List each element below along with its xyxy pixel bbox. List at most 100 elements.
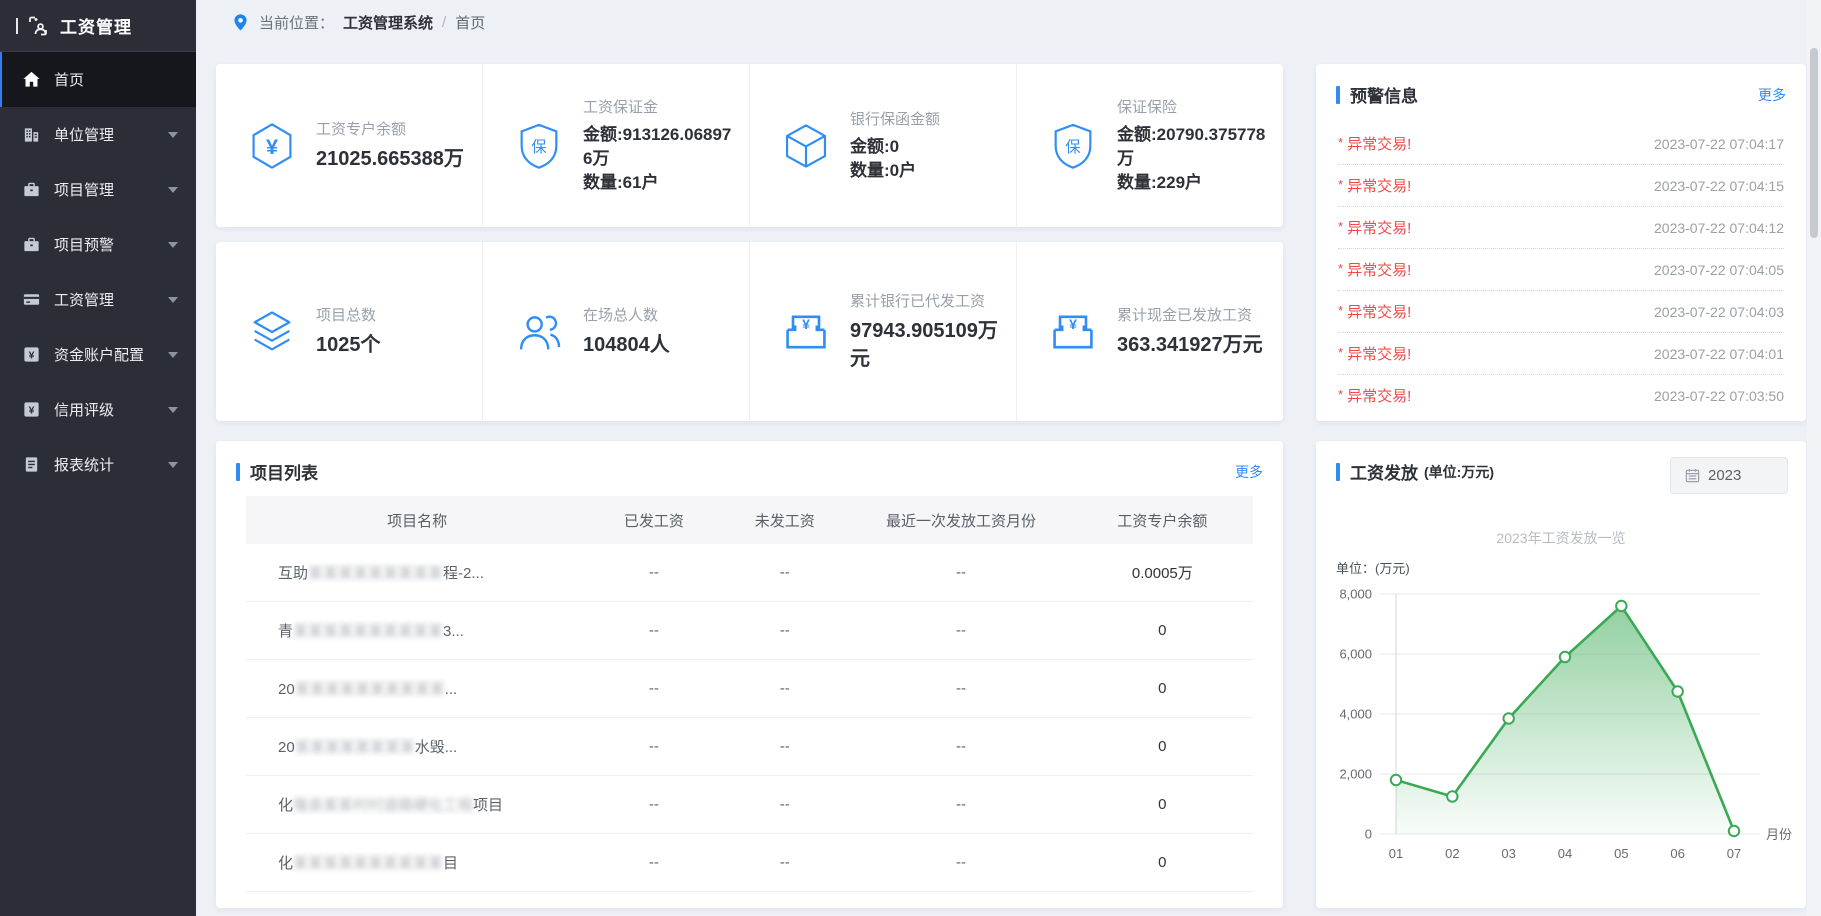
project-name-cell[interactable]: 化隆县某某村村道路硬化工程项目	[246, 794, 588, 815]
warning-list-item[interactable]: *异常交易! 2023-07-22 07:04:01	[1338, 333, 1784, 375]
table-row[interactable]: 化隆县某某村村道路硬化工程项目 -- -- -- 0	[246, 776, 1253, 834]
balance-cell: 0	[1072, 680, 1253, 697]
last-pay-month-cell: --	[850, 622, 1072, 639]
asterisk-bullet: *	[1338, 303, 1343, 318]
yen-square-icon: ¥	[22, 345, 41, 364]
org-icon	[22, 125, 41, 144]
breadcrumb-root-link[interactable]: 工资管理系统	[343, 12, 433, 33]
project-name-cell[interactable]: 20某某某某某某某某水毁...	[246, 736, 588, 757]
stat-value-secondary: 数量:61户	[583, 171, 735, 195]
sidebar-menu-item[interactable]: ¥ 信用评级	[0, 382, 196, 437]
cash-machine-icon: ¥	[1047, 306, 1099, 358]
col-unpaid-salary: 未发工资	[719, 510, 850, 531]
sidebar-item-label: 报表统计	[54, 454, 114, 475]
stat-card: ¥ 工资专户余额 21025.665388万	[216, 64, 482, 227]
unpaid-salary-cell: --	[719, 564, 850, 581]
project-name-cell[interactable]: 青某某某某某某某某某某3...	[246, 620, 588, 641]
sidebar-menu-item[interactable]: 单位管理	[0, 107, 196, 162]
balance-cell: 0	[1072, 796, 1253, 813]
svg-text:8,000: 8,000	[1339, 587, 1372, 602]
chart-unit-label: 单位：(万元)	[1336, 558, 1806, 577]
project-name-cell[interactable]: 互助某某某某某某某某某程-2...	[246, 562, 588, 583]
warning-list-item[interactable]: *异常交易! 2023-07-22 07:04:05	[1338, 249, 1784, 291]
salary-panel-title: 工资发放	[1350, 459, 1418, 484]
svg-text:¥: ¥	[802, 315, 810, 331]
warning-text: *异常交易!	[1338, 217, 1411, 238]
warning-timestamp: 2023-07-22 07:04:01	[1654, 346, 1784, 362]
table-row[interactable]: 化某某某某某某某某某某目 -- -- -- 0	[246, 834, 1253, 892]
salary-chart: 02,0004,0006,0008,00001020304050607月份	[1326, 579, 1806, 890]
report-doc-icon	[22, 455, 41, 474]
col-last-pay-month: 最近一次发放工资月份	[850, 510, 1072, 531]
breadcrumb-current: 首页	[455, 12, 485, 33]
stat-card: 保 工资保证金 金额:913126.068976万 数量:61户	[482, 64, 749, 227]
unpaid-salary-cell: --	[719, 680, 850, 697]
table-row[interactable]: 20某某某某某某某某水毁... -- -- -- 0	[246, 718, 1253, 776]
stat-value-secondary: 数量:0户	[850, 159, 940, 183]
warning-list: *异常交易! 2023-07-22 07:04:17 *异常交易! 2023-0…	[1338, 123, 1784, 404]
sidebar-menu-item[interactable]: 工资管理	[0, 272, 196, 327]
page-scrollbar-thumb[interactable]	[1810, 48, 1818, 238]
breadcrumb-separator: /	[442, 14, 446, 31]
sidebar-menu-item[interactable]: 首页	[0, 52, 196, 107]
shield-bao-icon: 保	[513, 120, 565, 172]
balance-cell: 0	[1072, 738, 1253, 755]
table-row[interactable]: 青某某某某某某某某某某3... -- -- -- 0	[246, 602, 1253, 660]
chevron-down-icon	[168, 242, 178, 248]
salary-person-logo-icon	[26, 14, 50, 38]
warning-list-item[interactable]: *异常交易! 2023-07-22 07:04:12	[1338, 207, 1784, 249]
table-row[interactable]: 20某某某某某某某某某某... -- -- -- 0	[246, 660, 1253, 718]
svg-text:04: 04	[1558, 846, 1572, 861]
table-row[interactable]: 互助某某某某某某某某某程-2... -- -- -- 0.0005万	[246, 544, 1253, 602]
svg-text:保: 保	[1065, 138, 1080, 155]
briefcase-icon	[22, 235, 41, 254]
sidebar-menu-item[interactable]: 项目预警	[0, 217, 196, 272]
project-name-cell[interactable]: 化某某某某某某某某某某目	[246, 852, 588, 873]
stat-value: 1025个	[316, 331, 381, 359]
sidebar-menu-item[interactable]: 报表统计	[0, 437, 196, 492]
stat-card: ¥ 累计现金已发放工资 363.341927万元	[1016, 242, 1283, 421]
warning-panel-title: 预警信息	[1350, 82, 1418, 107]
last-pay-month-cell: --	[850, 564, 1072, 581]
stat-value: 金额:0	[850, 135, 940, 159]
year-select[interactable]: 2023	[1670, 457, 1788, 494]
breadcrumb: 当前位置： 工资管理系统 / 首页	[216, 0, 1821, 44]
year-select-value: 2023	[1708, 467, 1741, 484]
section-accent-bar	[1336, 86, 1340, 104]
warning-list-item[interactable]: *异常交易! 2023-07-22 07:04:03	[1338, 291, 1784, 333]
svg-text:05: 05	[1614, 846, 1628, 861]
sidebar-menu-item[interactable]: ¥ 资金账户配置	[0, 327, 196, 382]
redacted-text: 某某某某某某某某某	[308, 565, 443, 582]
unpaid-salary-cell: --	[719, 622, 850, 639]
stats-row-1: ¥ 工资专户余额 21025.665388万 保 工资保证金 金额:913126…	[216, 64, 1283, 227]
page-scrollbar-track[interactable]	[1807, 0, 1821, 916]
warning-more-link[interactable]: 更多	[1758, 85, 1786, 105]
project-list-more-link[interactable]: 更多	[1235, 462, 1263, 482]
warning-list-item[interactable]: *异常交易! 2023-07-22 07:03:50	[1338, 375, 1784, 404]
table-row[interactable]: 某某某某某某某某某某某某 等 某某某某万	[246, 892, 1253, 908]
unpaid-salary-cell: --	[719, 738, 850, 755]
warning-text: *异常交易!	[1338, 133, 1411, 154]
stat-value: 金额:20790.375778万	[1117, 123, 1269, 171]
warning-list-item[interactable]: *异常交易! 2023-07-22 07:04:15	[1338, 165, 1784, 207]
redacted-text: 某某某某某某某某某某	[295, 681, 445, 698]
warning-list-item[interactable]: *异常交易! 2023-07-22 07:04:17	[1338, 123, 1784, 165]
logo-divider-bar	[16, 18, 18, 34]
stat-label: 工资专户余额	[316, 118, 464, 139]
stat-value: 104804人	[583, 331, 670, 359]
cube-icon	[780, 120, 832, 172]
sidebar-item-label: 信用评级	[54, 399, 114, 420]
svg-text:03: 03	[1501, 846, 1515, 861]
stat-label: 银行保函金额	[850, 108, 940, 129]
salary-chart-panel: 工资发放 (单位:万元) 2023 2023年工资发放一览 单位：(万元) 02…	[1316, 441, 1806, 908]
chevron-down-icon	[168, 132, 178, 138]
yen-hexagon-icon: ¥	[246, 120, 298, 172]
stat-card: 银行保函金额 金额:0 数量:0户	[749, 64, 1016, 227]
chevron-down-icon	[168, 352, 178, 358]
stat-label: 在场总人数	[583, 304, 670, 325]
shield-bao-icon: 保	[1047, 120, 1099, 172]
sidebar-menu-item[interactable]: 项目管理	[0, 162, 196, 217]
svg-text:2,000: 2,000	[1339, 767, 1372, 782]
project-name-cell[interactable]: 20某某某某某某某某某某...	[246, 678, 588, 699]
unpaid-salary-cell: --	[719, 854, 850, 871]
